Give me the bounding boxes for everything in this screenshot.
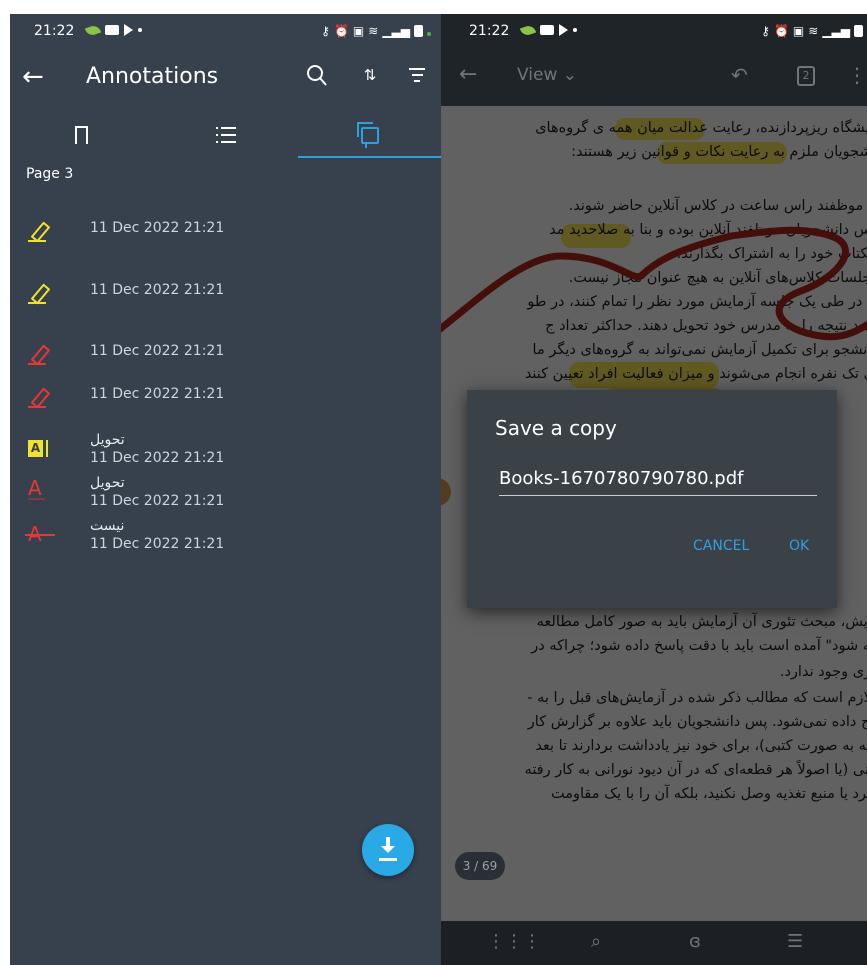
tab-bar bbox=[10, 112, 441, 158]
view-menu-button[interactable]: View ⌄ bbox=[517, 65, 577, 85]
strikeout-icon: A bbox=[25, 524, 55, 544]
annotations-screen: 21:22 ⚷ ⏰ ▣ ≋ ▁▃▅ ← Annotations ⇅ Page 3… bbox=[10, 14, 441, 965]
key-icon: ⚷ bbox=[321, 24, 330, 38]
bottom-toolbar: ⋮⋮⋮ ⌕ ɞ ☰ bbox=[441, 921, 867, 965]
camera-icon bbox=[540, 25, 554, 35]
comments-icon bbox=[356, 121, 379, 148]
filename-input[interactable] bbox=[499, 462, 817, 496]
vibrate-icon: ▣ bbox=[792, 24, 805, 38]
dot-icon bbox=[138, 28, 142, 32]
dialog-title: Save a copy bbox=[495, 416, 617, 440]
app-bar: ← Annotations ⇅ bbox=[10, 56, 441, 102]
squiggly-underline-icon: A bbox=[27, 478, 52, 509]
leaf-icon bbox=[519, 23, 537, 37]
reader-screen: ــ پیشگاه ریزپردازنده، رعایت عدالت میان … bbox=[441, 14, 867, 965]
annotation-item[interactable]: 11 Dec 2022 21:21 bbox=[10, 274, 441, 324]
charging-dot-icon bbox=[427, 32, 431, 36]
dot-icon bbox=[573, 28, 577, 32]
freehand-pencil-icon bbox=[28, 345, 48, 365]
grid-icon[interactable]: ⋮⋮⋮ bbox=[487, 931, 541, 952]
ok-button[interactable]: OK bbox=[789, 538, 809, 554]
battery-icon bbox=[854, 25, 863, 37]
undo-icon[interactable]: ↶ bbox=[731, 63, 748, 87]
key-icon: ⚷ bbox=[761, 24, 770, 38]
search-icon[interactable] bbox=[306, 64, 328, 88]
wifi-icon: ≋ bbox=[368, 24, 379, 38]
tab-annotations[interactable] bbox=[298, 112, 441, 158]
bookmark-icon bbox=[75, 126, 88, 146]
wifi-icon: ≋ bbox=[808, 24, 819, 38]
reader-toolbar: ← View ⌄ ↶ 2 ⋮ bbox=[441, 48, 867, 106]
sort-icon[interactable]: ⇅ bbox=[360, 66, 380, 86]
highlight-pencil-icon bbox=[28, 222, 48, 242]
page-section-header: Page 3 bbox=[26, 166, 74, 182]
list-icon[interactable]: ☰ bbox=[787, 931, 803, 952]
signal-icon: ▁▃▅ bbox=[382, 24, 410, 38]
signal-icon: ▁▃▅ bbox=[822, 24, 850, 38]
leaf-icon bbox=[84, 23, 102, 37]
annotation-item[interactable]: A نيست 11 Dec 2022 21:21 bbox=[10, 514, 441, 564]
freehand-pencil-icon bbox=[28, 388, 48, 408]
annotation-item[interactable]: 11 Dec 2022 21:21 bbox=[10, 212, 441, 262]
list-icon bbox=[215, 127, 236, 143]
back-arrow-icon[interactable]: ← bbox=[22, 62, 44, 92]
camera-icon bbox=[105, 25, 119, 35]
search-icon[interactable]: ⌕ bbox=[591, 931, 601, 952]
status-bar: 21:22 ⚷ ⏰ ▣ ≋ ▁▃▅ bbox=[441, 14, 867, 48]
page-indicator: 3 / 69 bbox=[455, 852, 505, 880]
play-icon bbox=[124, 24, 133, 36]
cancel-button[interactable]: CANCEL bbox=[693, 538, 749, 554]
reading-mode-icon[interactable]: ɞ bbox=[689, 931, 701, 952]
status-bar: 21:22 ⚷ ⏰ ▣ ≋ ▁▃▅ bbox=[10, 14, 441, 48]
back-arrow-icon[interactable]: ← bbox=[459, 62, 477, 87]
annotation-item[interactable]: 11 Dec 2022 21:21 bbox=[10, 378, 441, 428]
filter-icon[interactable] bbox=[407, 68, 427, 86]
tabs-count-badge[interactable]: 2 bbox=[797, 66, 815, 86]
save-copy-dialog: Save a copy CANCEL OK bbox=[467, 390, 837, 608]
alarm-icon: ⏰ bbox=[333, 24, 349, 38]
more-options-icon[interactable]: ⋮ bbox=[847, 63, 867, 87]
text-highlight-icon: A bbox=[28, 440, 48, 457]
tab-bookmarks[interactable] bbox=[10, 112, 153, 158]
status-time: 21:22 bbox=[34, 23, 75, 39]
tab-outline[interactable] bbox=[154, 112, 297, 158]
play-icon bbox=[559, 24, 568, 36]
page-title: Annotations bbox=[86, 64, 219, 89]
download-fab-button[interactable] bbox=[362, 824, 414, 876]
battery-icon bbox=[414, 25, 423, 37]
chevron-down-icon: ⌄ bbox=[562, 65, 577, 85]
vibrate-icon: ▣ bbox=[352, 24, 365, 38]
alarm-icon: ⏰ bbox=[773, 24, 789, 38]
highlight-pencil-icon bbox=[28, 284, 48, 304]
